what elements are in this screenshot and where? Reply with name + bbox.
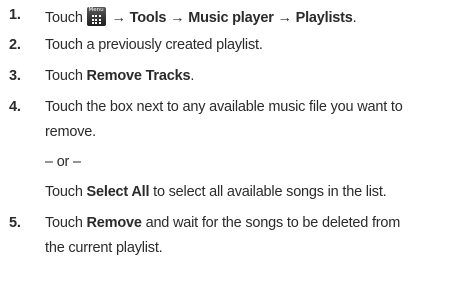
step-verb: Touch [45,68,87,84]
step-number: 2. [9,37,21,53]
alt-step-rest: to select all available songs in the lis… [149,184,387,200]
step-text-line-1: Touch the box next to any available musi… [45,99,403,115]
or-separator: – or – [45,154,81,170]
menu-key-icon: Menu [86,7,106,26]
alt-step-text: Touch Select All to select all available… [45,184,387,200]
step-number: 5. [9,215,21,231]
punctuation: . [190,68,195,84]
step-text-line-2: remove. [45,124,96,140]
step-text: Touch Menu → Tools → Music player → Play… [45,7,357,26]
step-text-line-2: the current playlist. [45,240,163,256]
step-text: Touch a previously created playlist. [45,37,263,53]
select-all-label: Select All [86,184,150,200]
step-number: 3. [9,68,21,84]
punctuation: . [352,10,357,26]
step-text: Touch Remove Tracks. [45,68,194,84]
step-number: 1. [9,7,21,23]
step-verb: Touch [45,184,87,200]
remove-tracks-label: Remove Tracks [86,68,191,84]
step-verb: Touch [45,215,87,231]
menu-path: → Tools → Music player → Playlists [111,10,353,26]
menu-key-label: Menu [88,7,104,13]
step-text-line-1: Touch Remove and wait for the songs to b… [45,215,400,231]
step-rest: and wait for the songs to be deleted fro… [141,215,401,231]
step-number: 4. [9,99,21,115]
remove-label: Remove [86,215,142,231]
instruction-steps: 1. Touch Menu → Tools → Music player → P… [0,0,470,303]
step-verb: Touch [45,10,83,26]
